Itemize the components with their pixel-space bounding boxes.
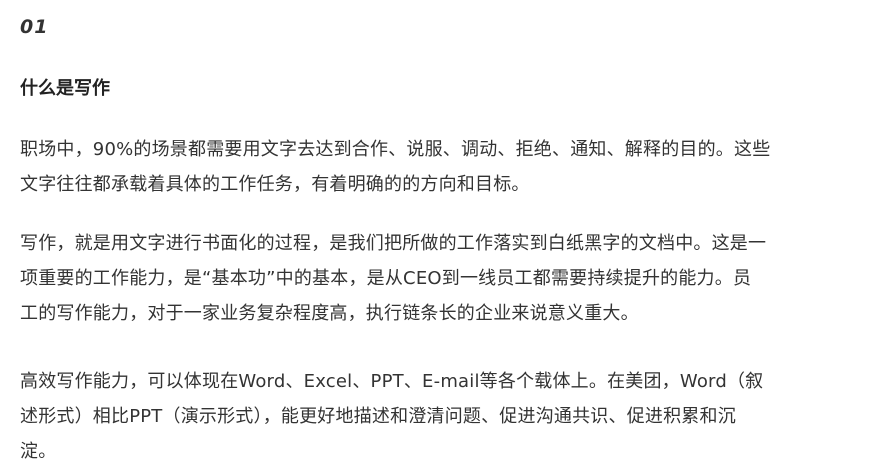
section-heading: 什么是写作 [20,78,110,99]
paragraph-line: 项重要的工作能力，是“基本功”中的基本，是从CEO到一线员工都需要持续提升的能力… [20,268,752,289]
paragraph-line: 述形式）相比PPT（演示形式），能更好地描述和澄清问题、促进沟通共识、促进积累和… [20,406,736,427]
section-number: 01 [20,16,49,38]
paragraph-line: 工的写作能力，对于一家业务复杂程度高，执行链条长的企业来说意义重大。 [20,303,639,324]
paragraph-line: 高效写作能力，可以体现在Word、Excel、PPT、E-mail等各个载体上。… [20,371,764,392]
paragraph-2: 写作，就是用文字进行书面化的过程，是我们把所做的工作落实到白纸黑字的文档中。这是… [20,226,850,331]
paragraph-line: 职场中，90%的场景都需要用文字去达到合作、说服、调动、拒绝、通知、解释的目的。… [20,139,771,160]
paragraph-1: 职场中，90%的场景都需要用文字去达到合作、说服、调动、拒绝、通知、解释的目的。… [20,132,850,202]
paragraph-line: 淀。 [20,441,57,462]
paragraph-line: 写作，就是用文字进行书面化的过程，是我们把所做的工作落实到白纸黑字的文档中。这是… [20,233,767,254]
paragraph-3: 高效写作能力，可以体现在Word、Excel、PPT、E-mail等各个载体上。… [20,364,850,469]
paragraph-line: 文字往往都承载着具体的工作任务，有着明确的的方向和目标。 [20,174,530,195]
